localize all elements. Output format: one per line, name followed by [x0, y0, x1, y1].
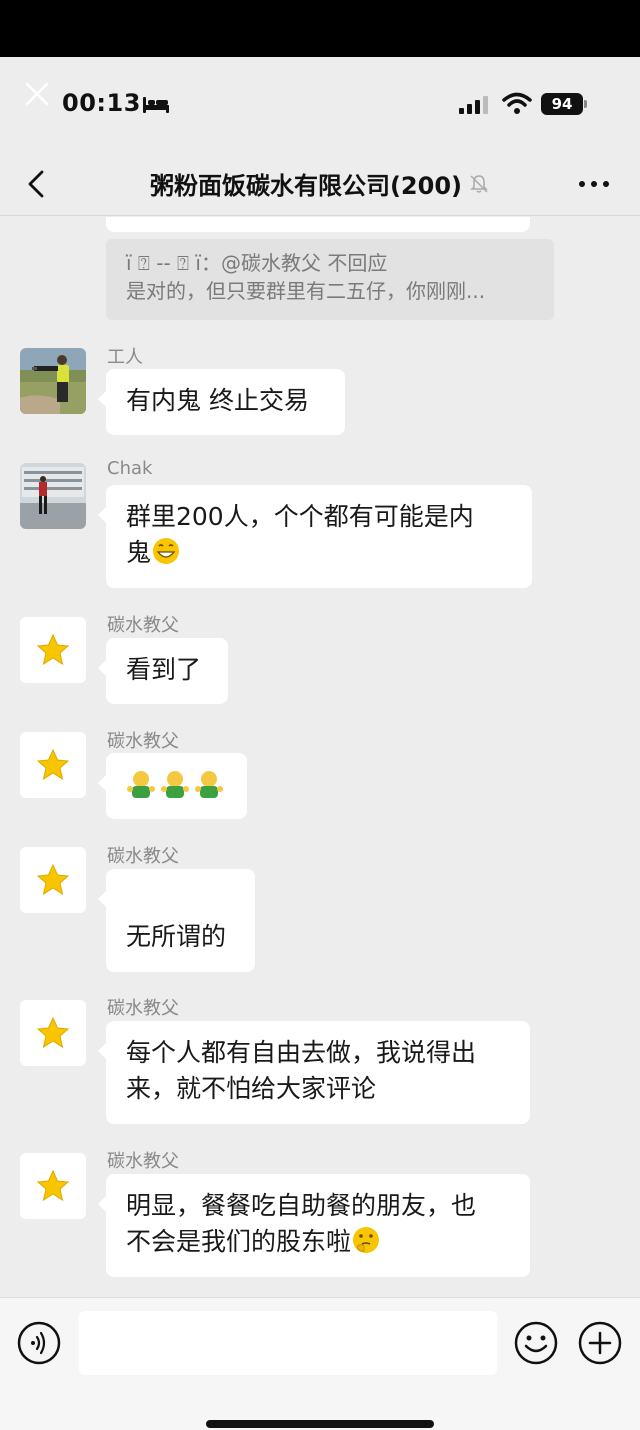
message-bubble[interactable]: 无所谓的 — [98, 869, 255, 972]
star-icon — [36, 748, 70, 781]
avatar-star[interactable] — [20, 847, 86, 913]
avatar-star[interactable] — [20, 732, 86, 798]
plus-icon[interactable] — [577, 1320, 623, 1366]
avatar-star[interactable] — [20, 1000, 86, 1066]
message-bubble[interactable]: 看到了 — [98, 638, 228, 704]
message-text-line-1: 每个人都有自由去做，我说得出 — [126, 1038, 477, 1067]
message-text: 无所谓的 — [126, 922, 227, 951]
status-time: 00:13 — [62, 89, 141, 117]
sender-name: 碳水教父 — [107, 998, 179, 1019]
chat-title[interactable]: 粥粉面饭碳水有限公司(200) — [150, 166, 462, 201]
sender-name: Chak — [107, 458, 153, 479]
message-text-line-2: 不会是我们的股东啦 — [126, 1224, 510, 1260]
message-bubble[interactable]: 有内鬼 终止交易 — [98, 369, 345, 435]
top-black-bar — [0, 0, 640, 57]
status-bar: 00:13 94 — [0, 57, 640, 152]
message-text-line-2: 来，就不怕给大家评论 — [126, 1074, 377, 1103]
avatar-chak[interactable] — [20, 463, 86, 529]
chak-photo — [20, 463, 86, 529]
sender-name: 工人 — [107, 347, 143, 368]
voice-icon[interactable] — [16, 1320, 62, 1366]
message-input[interactable] — [79, 1311, 497, 1375]
avatar-star[interactable] — [20, 617, 86, 683]
previous-message-bubble — [106, 217, 530, 232]
star-icon — [36, 1016, 70, 1049]
avatar-star[interactable] — [20, 1153, 86, 1219]
quote-line-2: 是对的，但只要群里有二五仔，你刚刚... — [126, 279, 486, 303]
battery-indicator: 94 — [541, 93, 587, 115]
worker-photo — [20, 348, 86, 414]
quote-line-1: ï ⍰ -- ⍰ ï：@碳水教父 不回应 — [126, 251, 388, 275]
battery-tip — [584, 100, 587, 108]
chat-message-list[interactable]: ï ⍰ -- ⍰ ï：@碳水教父 不回应 是对的，但只要群里有二五仔，你刚刚..… — [0, 217, 640, 1297]
star-icon — [36, 1169, 70, 1202]
message-text-line-2-text: 鬼 — [126, 538, 152, 567]
bell-off-icon — [470, 174, 488, 193]
message-text-line-1: 群里200人，个个都有可能是内 — [126, 502, 474, 531]
message-text-line-2: 鬼 — [126, 535, 512, 571]
message-text: 有内鬼 终止交易 — [126, 386, 309, 415]
star-icon — [36, 633, 70, 666]
chat-header: 粥粉面饭碳水有限公司(200) — [0, 152, 640, 216]
grin-emoji-icon — [153, 538, 180, 564]
sender-name: 碳水教父 — [107, 846, 179, 867]
message-bubble[interactable] — [98, 753, 247, 819]
avatar-worker[interactable] — [20, 348, 86, 414]
message-text-line-2-text: 不会是我们的股东啦 — [126, 1227, 352, 1256]
more-dots-icon[interactable] — [574, 166, 614, 202]
sender-name: 碳水教父 — [107, 731, 179, 752]
message-bubble[interactable]: 群里200人，个个都有可能是内 鬼 — [98, 485, 532, 588]
bed-icon — [143, 97, 169, 113]
signal-icon — [459, 96, 488, 114]
chat-title-container: 粥粉面饭碳水有限公司(200) — [0, 166, 640, 201]
message-text-line-1: 明显，餐餐吃自助餐的朋友，也 — [126, 1191, 477, 1220]
battery-level: 94 — [541, 93, 583, 115]
message-bubble[interactable]: 明显，餐餐吃自助餐的朋友，也 不会是我们的股东啦 — [98, 1174, 530, 1277]
person-gesture-emoji-icon — [127, 771, 223, 798]
message-bubble[interactable]: 每个人都有自由去做，我说得出 来，就不怕给大家评论 — [98, 1021, 530, 1124]
thinking-emoji-icon — [353, 1227, 380, 1253]
star-icon — [36, 863, 70, 896]
quoted-message[interactable]: ï ⍰ -- ⍰ ï：@碳水教父 不回应 是对的，但只要群里有二五仔，你刚刚..… — [106, 239, 554, 320]
message-text: 看到了 — [126, 655, 202, 684]
close-icon[interactable] — [24, 81, 50, 107]
home-indicator[interactable] — [206, 1420, 434, 1428]
input-bar — [0, 1297, 640, 1430]
emoji-icon[interactable] — [513, 1320, 559, 1366]
sender-name: 碳水教父 — [107, 615, 179, 636]
wifi-icon — [502, 92, 532, 114]
sender-name: 碳水教父 — [107, 1151, 179, 1172]
